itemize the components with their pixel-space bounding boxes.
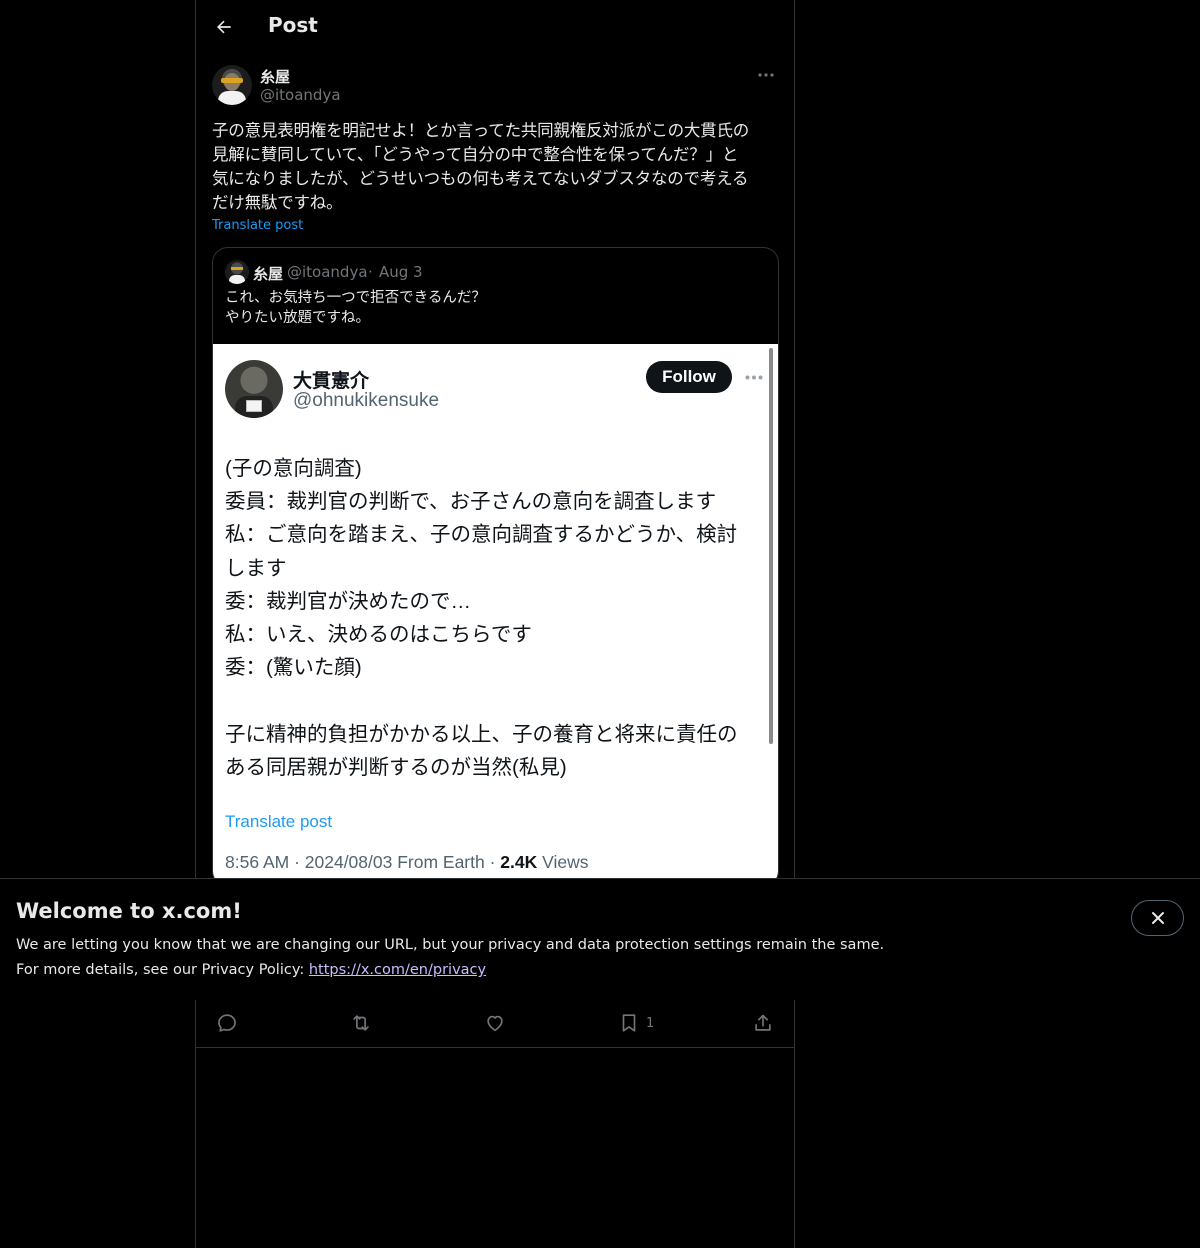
- share-icon: [755, 1014, 771, 1031]
- arrow-left-icon: [217, 20, 231, 34]
- screenshot-meta-prefix: 8:56 AM · 2024/08/03 From Earth ·: [225, 852, 501, 872]
- repost-icon: [353, 1015, 369, 1031]
- quoted-author-name: 糸屋: [253, 265, 284, 283]
- avatar[interactable]: [212, 65, 252, 105]
- screenshot-author-name: 大貫憲介: [293, 371, 370, 392]
- reply-button[interactable]: [216, 1012, 238, 1034]
- banner-close-button[interactable]: [1131, 900, 1184, 936]
- quoted-separator: ·: [368, 263, 373, 281]
- more-icon: [758, 73, 774, 77]
- quoted-post[interactable]: 糸屋 @itoandya · Aug 3 これ、お気持ち一つで拒否できるんだ？ …: [212, 247, 779, 887]
- screenshot-line: します: [225, 556, 287, 580]
- banner-privacy-line: For more details, see our Privacy Policy…: [16, 962, 486, 978]
- screenshot-line: 私：いえ、決めるのはこちらです: [225, 622, 532, 646]
- screenshot-line: [225, 684, 755, 717]
- author-handle[interactable]: @itoandya: [260, 86, 341, 104]
- screenshot-line: ある同居親が判断するのが当然(私見): [225, 755, 567, 779]
- screenshot-line: 子に精神的負担がかかる以上、子の養育と将来に責任の: [225, 722, 738, 746]
- quoted-avatar: [225, 260, 249, 284]
- back-button[interactable]: [208, 11, 240, 43]
- close-icon: [1151, 912, 1164, 924]
- screenshot-views-count: 2.4K: [500, 852, 538, 872]
- author-name[interactable]: 糸屋: [260, 66, 290, 87]
- quoted-text: これ、お気持ち一つで拒否できるんだ？ やりたい放題ですね。: [225, 290, 486, 326]
- page-header: Post: [196, 0, 794, 54]
- quoted-author-handle: @itoandya: [287, 263, 368, 281]
- main-column: Post 糸屋 @itoandya 子の意見表明権を明記せよ！とか言ってた共同親…: [195, 0, 795, 1248]
- screenshot-more-icon: [743, 367, 765, 387]
- banner-title: Welcome to x.com!: [16, 899, 242, 923]
- page-title: Post: [268, 13, 318, 37]
- translate-post-link[interactable]: Translate post: [212, 218, 303, 233]
- bookmark-count: 1: [646, 1015, 655, 1031]
- post-author: 糸屋 @itoandya: [212, 65, 778, 107]
- screenshot-follow-button: Follow: [646, 361, 732, 393]
- share-button[interactable]: [752, 1012, 774, 1034]
- bookmark-button[interactable]: 1: [618, 1012, 654, 1034]
- post-actions-bar: 1: [196, 1000, 794, 1048]
- screenshot-translate-label: Translate post: [225, 812, 333, 831]
- welcome-banner: Welcome to x.com! We are letting you kno…: [0, 878, 1200, 1000]
- screenshot-scrollbar: [769, 348, 773, 744]
- screenshot-views-label: Views: [537, 852, 589, 872]
- screenshot-line: 委：(驚いた顔): [225, 656, 362, 680]
- privacy-policy-link[interactable]: https://x.com/en/privacy: [309, 962, 486, 978]
- screenshot-line: (子の意向調査): [225, 457, 362, 480]
- more-options-button[interactable]: [754, 65, 778, 85]
- post-text: 子の意見表明権を明記せよ！とか言ってた共同親権反対派がこの大貫氏の 見解に賛同し…: [212, 121, 750, 212]
- screenshot-body: (子の意向調査) 委員：裁判官の判断で、お子さんの意向を調査します 私：ご意向を…: [225, 452, 755, 784]
- bookmark-icon: [622, 1014, 636, 1032]
- reply-icon: [218, 1014, 236, 1032]
- banner-message: We are letting you know that we are chan…: [16, 937, 885, 953]
- attached-screenshot-image[interactable]: 大貫憲介 @ohnukikensuke Follow (子の意向調査) 委員：裁…: [213, 344, 778, 886]
- screenshot-meta: 8:56 AM · 2024/08/03 From Earth · 2.4K V…: [225, 852, 588, 873]
- screenshot-avatar: [225, 360, 283, 418]
- screenshot-line: 私：ご意向を踏まえ、子の意向調査するかどうか、検討: [225, 523, 738, 547]
- screenshot-line: 委員：裁判官の判断で、お子さんの意向を調査します: [225, 490, 717, 514]
- like-button[interactable]: [484, 1012, 506, 1034]
- quoted-date: Aug 3: [379, 263, 423, 281]
- banner-privacy-prefix: For more details, see our Privacy Policy…: [16, 962, 309, 978]
- heart-icon: [487, 1015, 503, 1032]
- screenshot-author-handle: @ohnukikensuke: [293, 390, 440, 411]
- screenshot-line: 委：裁判官が決めたので…: [225, 589, 471, 613]
- repost-button[interactable]: [350, 1012, 372, 1034]
